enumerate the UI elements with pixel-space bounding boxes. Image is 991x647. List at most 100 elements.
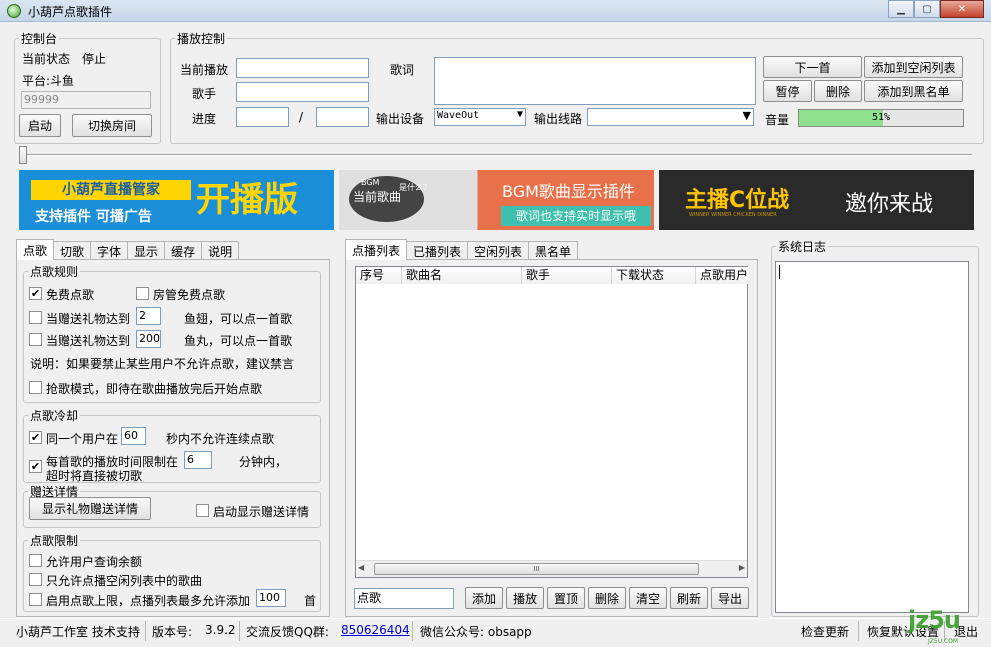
watermark-logo: jz5u [908, 606, 961, 634]
gift2-amount-input[interactable]: 200 [136, 330, 161, 348]
query-balance-checkbox[interactable] [29, 554, 42, 567]
title-bar [0, 0, 991, 22]
grab-mode-checkbox[interactable] [29, 381, 42, 394]
scroll-left-icon[interactable]: ◀ [358, 563, 364, 572]
room-id-input[interactable]: 99999 [21, 91, 151, 109]
pause-button[interactable]: 暂停 [763, 80, 812, 102]
tab-skip[interactable]: 切歌 [53, 241, 92, 260]
col-download[interactable]: 下载状态 [612, 267, 696, 284]
chevron-down-icon: ▼ [742, 109, 751, 122]
same-user-checkbox[interactable]: ✔ [29, 431, 42, 444]
output-device-select[interactable]: WaveOut ▼ [434, 108, 526, 126]
status-separator [412, 621, 413, 641]
middle-tab-bar: 点播列表 已播列表 空闲列表 黑名单 [345, 239, 579, 260]
add-to-idle-list-button[interactable]: 添加到空闲列表 [864, 56, 963, 78]
tab-help[interactable]: 说明 [201, 241, 240, 260]
tab-request[interactable]: 点歌 [16, 239, 55, 260]
banner-bgm-plugin[interactable]: BGM 当前歌曲 是什么？ BGM歌曲显示插件 歌词也支持实时显示哦 [339, 170, 654, 230]
banner2-what: 是什么？ [399, 183, 431, 192]
tab-display[interactable]: 显示 [127, 241, 166, 260]
singer-label: 歌手 [192, 87, 217, 101]
qq-group-label: 交流反馈QQ群: [246, 625, 329, 639]
admin-free-checkbox[interactable] [136, 287, 149, 300]
banner2-title: BGM歌曲显示插件 [502, 182, 635, 201]
output-line-label: 输出线路 [534, 112, 583, 126]
seek-handle[interactable] [19, 146, 27, 164]
tab-cache[interactable]: 缓存 [164, 241, 203, 260]
banner1-title: 小葫芦直播管家 [31, 180, 191, 200]
output-line-select[interactable]: ▼ [587, 108, 754, 126]
progress-current-field [236, 107, 289, 127]
gift2-checkbox[interactable] [29, 333, 42, 346]
request-limit-checkbox[interactable] [29, 593, 42, 606]
close-button[interactable]: ✕ [940, 0, 984, 18]
refresh-button[interactable]: 刷新 [670, 587, 708, 609]
banner-cpos-battle[interactable]: 主播C位战 WINNER WINNER CHICKEN DINNER 邀你来战 [659, 170, 974, 230]
left-tab-bar: 点歌 切歌 字体 显示 缓存 说明 [16, 239, 240, 260]
banner3-right: 邀你来战 [845, 192, 934, 217]
cooldown-legend: 点歌冷却 [30, 409, 79, 423]
banner3-left: 主播C位战 [685, 188, 790, 213]
maximize-button[interactable]: ▢ [914, 0, 940, 18]
watermark-sub: JZ5U.COM [928, 638, 959, 645]
restrict-legend: 点歌限制 [30, 534, 79, 548]
request-table[interactable]: 序号 歌曲名 歌手 下载状态 点歌用户 ◀ III ▶ [355, 266, 749, 578]
version-label: 版本号: [152, 625, 193, 639]
request-limit-input[interactable]: 100 [256, 589, 286, 607]
clear-button[interactable]: 清空 [629, 587, 667, 609]
text-cursor [779, 265, 780, 279]
col-song[interactable]: 歌曲名 [402, 267, 522, 284]
add-button[interactable]: 添加 [465, 587, 503, 609]
col-singer[interactable]: 歌手 [522, 267, 612, 284]
banner2-subtitle: 歌词也支持实时显示哦 [501, 206, 651, 226]
pin-top-button[interactable]: 置顶 [547, 587, 585, 609]
system-log-textarea[interactable] [775, 261, 969, 613]
check-update-link[interactable]: 检查更新 [801, 623, 849, 640]
play-button[interactable]: 播放 [506, 587, 544, 609]
seek-track[interactable] [22, 154, 972, 156]
horizontal-scrollbar[interactable]: ◀ III ▶ [356, 560, 747, 577]
minimize-button[interactable]: ▁ [888, 0, 914, 18]
tab-idle-list[interactable]: 空闲列表 [467, 241, 530, 260]
scroll-right-icon[interactable]: ▶ [739, 563, 745, 572]
same-user-seconds-input[interactable]: 60 [121, 427, 146, 445]
chevron-down-icon: ▼ [516, 109, 523, 120]
status-label: 当前状态 [22, 52, 71, 66]
delete-button[interactable]: 删除 [588, 587, 626, 609]
col-user[interactable]: 点歌用户 [696, 267, 749, 284]
start-button[interactable]: 启动 [19, 114, 61, 137]
gift1-checkbox[interactable] [29, 311, 42, 324]
grab-mode-label: 抢歌模式，即待在歌曲播放完后开始点歌 [46, 382, 263, 396]
status-separator [239, 621, 240, 641]
progress-label: 进度 [192, 112, 217, 126]
free-request-checkbox[interactable]: ✔ [29, 287, 42, 300]
delete-song-button[interactable]: 删除 [814, 80, 862, 102]
rules-legend: 点歌规则 [30, 265, 79, 279]
singer-field [236, 82, 369, 102]
request-limit-label: 启用点歌上限，点播列表最多允许添加 [46, 594, 251, 608]
switch-room-button[interactable]: 切换房间 [72, 114, 152, 137]
export-button[interactable]: 导出 [711, 587, 749, 609]
only-idle-checkbox[interactable] [29, 573, 42, 586]
auto-show-gift-checkbox[interactable] [196, 504, 209, 517]
time-limit-checkbox[interactable]: ✔ [29, 460, 42, 473]
banner-live-manager[interactable]: 小葫芦直播管家 支持插件 可播广告 开播版 [19, 170, 334, 230]
add-to-blacklist-button[interactable]: 添加到黑名单 [864, 80, 963, 102]
progress-slash: / [299, 110, 304, 124]
time-limit-minutes-input[interactable]: 6 [184, 451, 212, 469]
qq-group-link[interactable]: 850626404 [341, 623, 410, 637]
version-value: 3.9.2 [205, 623, 236, 637]
next-song-button[interactable]: 下一首 [763, 56, 862, 78]
tab-blacklist[interactable]: 黑名单 [528, 241, 579, 260]
tab-played-list[interactable]: 已播列表 [406, 241, 469, 260]
tab-font[interactable]: 字体 [90, 241, 129, 260]
request-song-input[interactable]: 点歌 [354, 588, 454, 609]
output-device-value: WaveOut [437, 110, 480, 121]
show-gift-details-button[interactable]: 显示礼物赠送详情 [29, 497, 151, 520]
col-index[interactable]: 序号 [356, 267, 402, 284]
gift1-amount-input[interactable]: 2 [136, 307, 161, 325]
tab-request-list[interactable]: 点播列表 [345, 239, 408, 260]
status-separator [858, 621, 859, 641]
scroll-thumb[interactable]: III [374, 563, 699, 575]
volume-bar[interactable]: 51% [798, 109, 964, 127]
